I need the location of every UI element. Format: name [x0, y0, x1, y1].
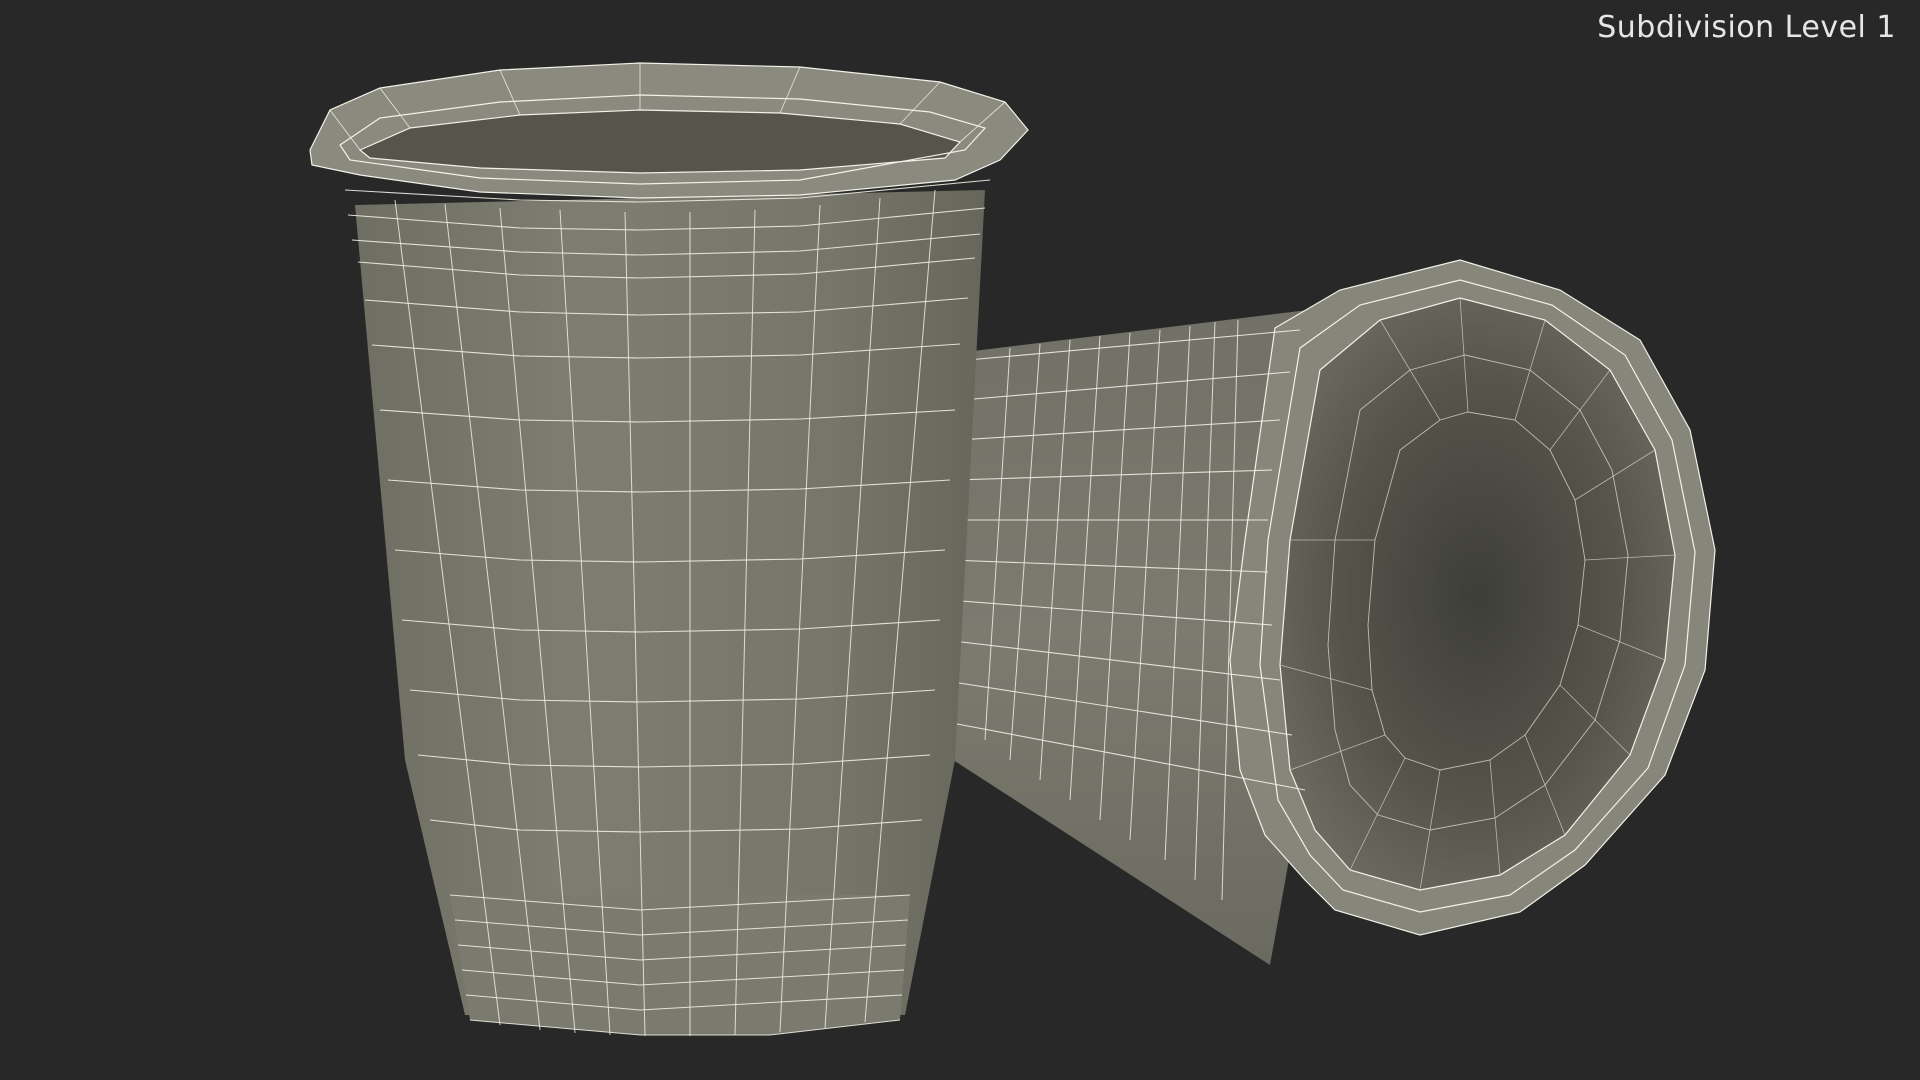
- standing-cup-base: [450, 895, 910, 1035]
- lying-cup[interactable]: [930, 259, 1716, 965]
- subdivision-level-label: Subdivision Level 1: [1597, 10, 1896, 45]
- 3d-viewport[interactable]: Subdivision Level 1: [0, 0, 1920, 1080]
- wireframe-render: [309, 62, 1716, 1037]
- standing-cup[interactable]: [309, 62, 1029, 1037]
- standing-cup-body: [355, 190, 985, 1015]
